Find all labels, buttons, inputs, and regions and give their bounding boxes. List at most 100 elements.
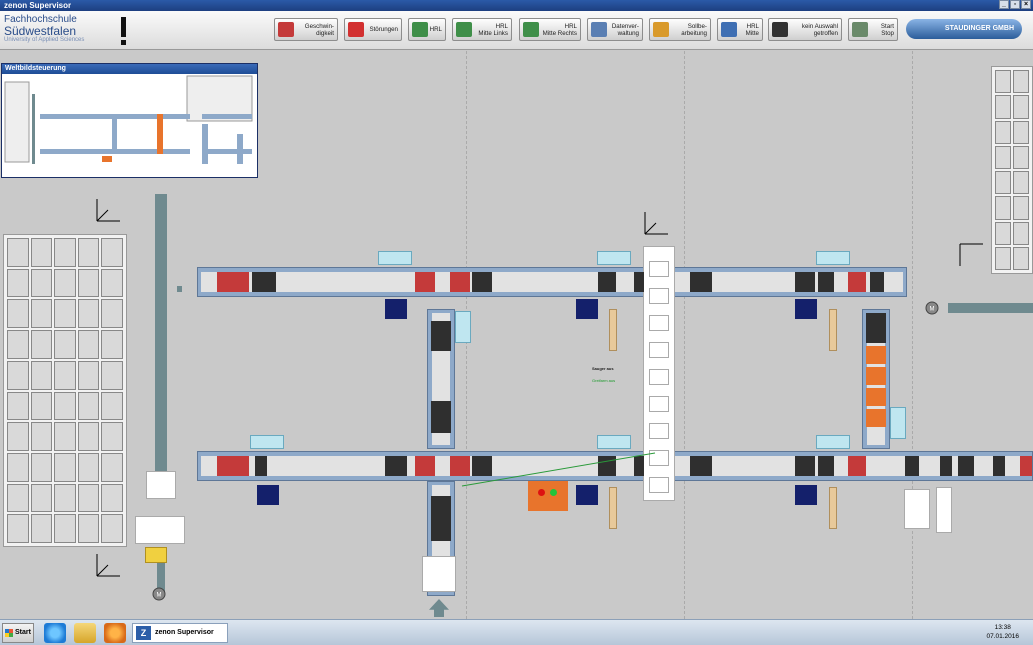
rack-slot[interactable] [101,299,123,329]
conveyor-segment[interactable] [690,456,712,476]
rack-slot[interactable] [995,221,1011,245]
rack-slot[interactable] [995,246,1011,270]
station-panel-3[interactable] [795,299,817,319]
conveyor-segment[interactable] [649,288,669,304]
lift-transfer-unit[interactable] [135,516,185,544]
rack-slot[interactable] [101,360,123,390]
rack-slot[interactable] [995,95,1011,119]
close-button[interactable]: × [1021,0,1031,9]
rack-slot[interactable] [54,299,76,329]
rack-slot[interactable] [54,360,76,390]
buffer-cyan-4[interactable] [250,435,284,449]
rack-slot[interactable] [54,452,76,482]
rack-slot[interactable] [7,391,29,421]
orange-workpiece-1[interactable] [866,346,886,364]
conveyor-segment[interactable] [598,272,616,292]
conveyor-segment[interactable] [634,272,644,292]
rack-slot[interactable] [54,268,76,298]
rack-slot[interactable] [1013,120,1029,144]
rack-slot[interactable] [7,330,29,359]
rack-slot[interactable] [77,483,100,513]
conveyor-segment[interactable] [958,456,974,476]
rack-slot[interactable] [101,422,123,451]
exit-station[interactable] [422,556,456,592]
conveyor-segment[interactable] [818,272,834,292]
rack-slot[interactable] [101,238,123,267]
rack-slot[interactable] [7,238,29,267]
rack-slot[interactable] [30,483,53,513]
orange-workpiece-4[interactable] [866,409,886,427]
rack-slot[interactable] [1013,196,1029,220]
conveyor-segment[interactable] [415,456,435,476]
rack-slot[interactable] [77,268,100,298]
conveyor-segment[interactable] [431,496,451,541]
toolbar-button-1[interactable]: Störungen [344,18,402,41]
station-panel-4[interactable] [257,485,279,505]
explorer-folder-icon[interactable] [74,623,96,643]
buffer-cyan-5[interactable] [597,435,631,449]
conveyor-segment[interactable] [848,456,866,476]
conveyor-segment[interactable] [450,272,470,292]
rack-slot[interactable] [1013,171,1029,195]
rack-slot[interactable] [77,330,100,359]
rack-slot[interactable] [77,360,100,390]
conveyor-segment[interactable] [866,313,886,343]
conveyor-segment[interactable] [649,369,669,385]
conveyor-segment[interactable] [940,456,952,476]
buffer-cyan-1[interactable] [378,251,412,265]
toolbar-button-4[interactable]: HRL Mitte Rechts [519,18,581,41]
media-player-icon[interactable] [104,623,126,643]
rack-slot[interactable] [995,70,1011,94]
rack-slot[interactable] [77,514,100,543]
conveyor-segment[interactable] [252,272,276,292]
rack-slot[interactable] [30,514,53,543]
rack-slot[interactable] [1013,246,1029,270]
buffer-cyan-8[interactable] [890,407,906,439]
orange-workpiece-2[interactable] [866,367,886,385]
rack-slot[interactable] [30,330,53,359]
conveyor-segment[interactable] [649,396,669,412]
lift-control-panel[interactable] [146,471,176,499]
minimize-button[interactable]: _ [999,0,1009,9]
rack-slot[interactable] [101,268,123,298]
rack-slot[interactable] [101,483,123,513]
conveyor-segment[interactable] [818,456,834,476]
start-button[interactable]: Start [2,623,34,643]
rack-slot[interactable] [54,514,76,543]
rack-slot[interactable] [30,422,53,451]
buffer-cyan-7[interactable] [455,311,471,343]
conveyor-segment[interactable] [848,272,866,292]
conveyor-segment[interactable] [472,272,492,292]
rack-slot[interactable] [995,120,1011,144]
rack-slot[interactable] [77,238,100,267]
conveyor-segment[interactable] [795,456,815,476]
conveyor-segment[interactable] [649,342,669,358]
rack-slot[interactable] [30,238,53,267]
conveyor-segment[interactable] [870,272,884,292]
rack-slot[interactable] [7,268,29,298]
conveyor-segment[interactable] [795,272,815,292]
restore-button[interactable]: ▫ [1010,0,1020,9]
taskbar-clock[interactable]: 13:38 07.01.2016 [986,623,1019,641]
rack-slot[interactable] [54,330,76,359]
rack-slot[interactable] [101,514,123,543]
buffer-cyan-2[interactable] [597,251,631,265]
conveyor-segment[interactable] [415,272,435,292]
toolbar-button-3[interactable]: HRL Mitte Links [452,18,512,41]
rack-slot[interactable] [7,360,29,390]
rack-slot[interactable] [995,196,1011,220]
rack-slot[interactable] [7,452,29,482]
buffer-cyan-6[interactable] [816,435,850,449]
rack-slot[interactable] [1013,95,1029,119]
station-panel-2[interactable] [576,299,598,319]
conveyor-segment[interactable] [217,272,249,292]
orange-workpiece-3[interactable] [866,388,886,406]
conveyor-segment[interactable] [431,401,451,433]
conveyor-segment[interactable] [1020,456,1032,476]
conveyor-segment[interactable] [385,456,407,476]
toolbar-button-9[interactable]: Start Stop [848,18,898,41]
toolbar-button-5[interactable]: Datenver- waltung [587,18,643,41]
rack-slot[interactable] [54,238,76,267]
rack-slot[interactable] [54,391,76,421]
rack-slot[interactable] [7,514,29,543]
